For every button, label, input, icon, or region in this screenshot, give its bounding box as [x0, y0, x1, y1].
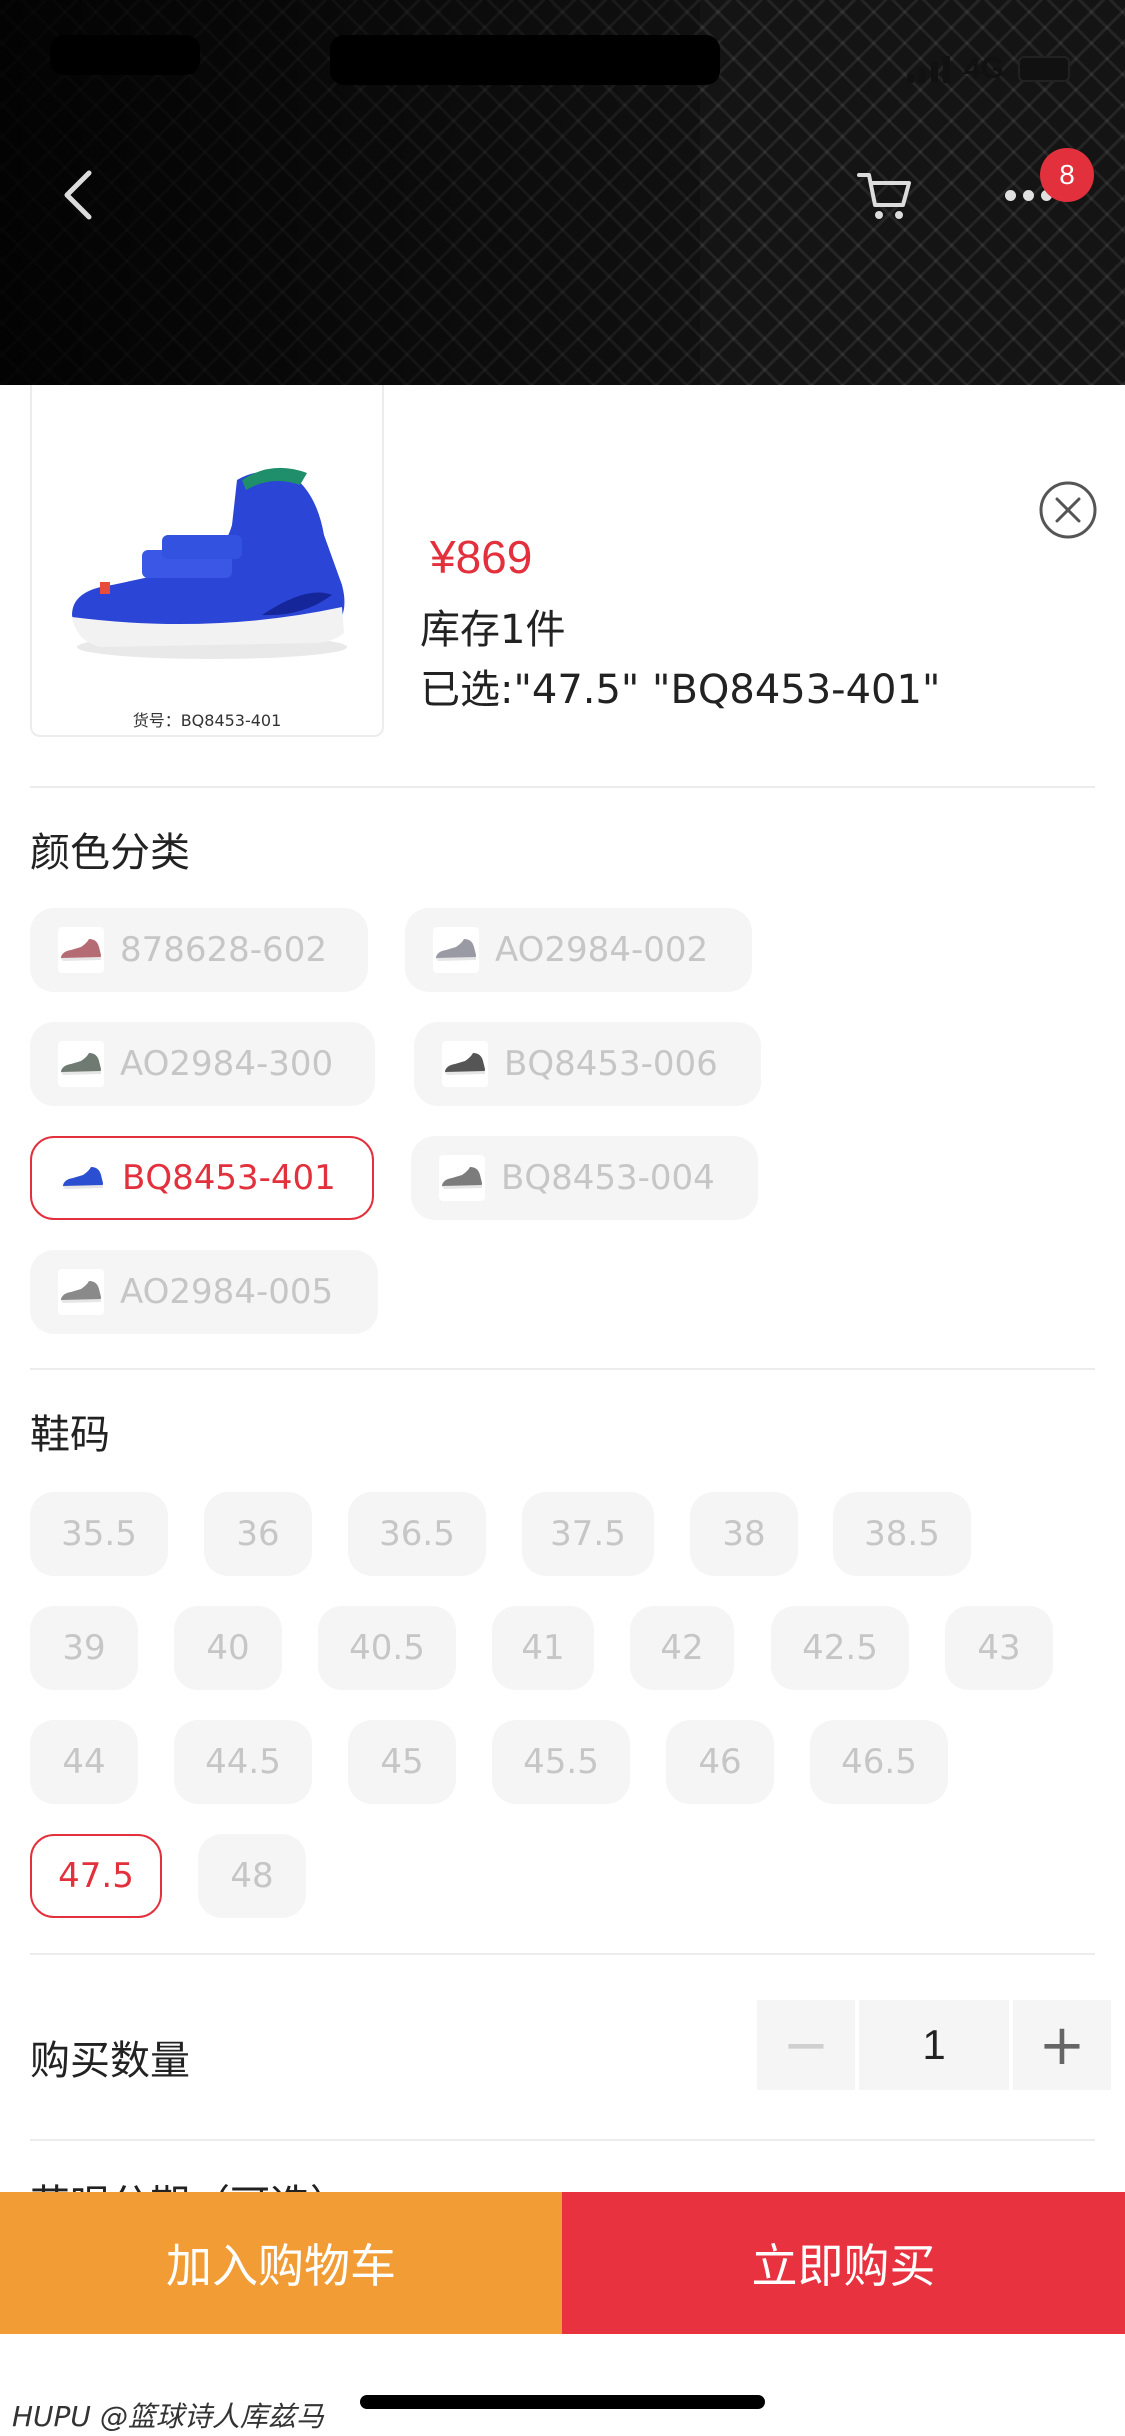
quantity-stepper: − 1 + — [757, 2000, 1111, 2090]
size-option-chip[interactable]: 38.5 — [833, 1492, 971, 1576]
size-option-chip[interactable]: 47.5 — [30, 1834, 162, 1918]
divider — [30, 1953, 1095, 1955]
product-price: ¥869 — [430, 531, 533, 583]
add-to-cart-button[interactable]: 加入购物车 — [0, 2192, 562, 2334]
size-option-chip[interactable]: 36 — [204, 1492, 312, 1576]
size-option-chip[interactable]: 46 — [666, 1720, 774, 1804]
color-option-chip[interactable]: 878628-602 — [30, 908, 368, 992]
color-option-label: 878628-602 — [120, 930, 327, 970]
color-option-label: AO2984-002 — [495, 930, 709, 970]
divider — [30, 786, 1095, 788]
divider — [30, 1368, 1095, 1370]
color-option-chip[interactable]: AO2984-005 — [30, 1250, 378, 1334]
shoe-thumbnail-icon — [442, 1041, 488, 1087]
size-option-chip[interactable]: 44 — [30, 1720, 138, 1804]
size-option-chip[interactable]: 35.5 — [30, 1492, 168, 1576]
stock-count: 库存1件 — [420, 607, 566, 653]
shoe-thumbnail-icon — [58, 927, 104, 973]
shoe-thumbnail-icon — [433, 927, 479, 973]
size-option-chip[interactable]: 36.5 — [348, 1492, 486, 1576]
cart-icon[interactable] — [855, 165, 915, 225]
signal-icon — [906, 55, 950, 83]
back-arrow-icon[interactable] — [55, 165, 105, 225]
battery-icon — [1018, 56, 1070, 82]
color-option-label: BQ8453-006 — [504, 1044, 718, 1084]
status-indicators: 4G — [906, 52, 1070, 86]
top-backdrop: 4G 8 — [0, 0, 1125, 385]
size-option-chip[interactable]: 40 — [174, 1606, 282, 1690]
quantity-label: 购买数量 — [30, 2038, 190, 2084]
network-label: 4G — [963, 52, 1004, 85]
color-option-label: AO2984-300 — [120, 1044, 334, 1084]
size-option-chip[interactable]: 45 — [348, 1720, 456, 1804]
selected-summary: 已选:"47.5" "BQ8453-401" — [420, 667, 941, 713]
sneaker-image — [72, 467, 347, 659]
size-option-chip[interactable]: 37.5 — [522, 1492, 654, 1576]
product-image: 货号：BQ8453-401 — [30, 385, 384, 737]
status-carrier-redacted — [330, 35, 720, 85]
size-option-chip[interactable]: 42 — [630, 1606, 734, 1690]
divider — [30, 2139, 1095, 2141]
color-option-chip[interactable]: BQ8453-401 — [30, 1136, 374, 1220]
color-option-chip[interactable]: BQ8453-006 — [414, 1022, 761, 1106]
size-section-title: 鞋码 — [30, 1412, 110, 1458]
color-option-label: BQ8453-004 — [501, 1158, 715, 1198]
color-section-title: 颜色分类 — [30, 830, 190, 876]
color-option-chip[interactable]: BQ8453-004 — [411, 1136, 758, 1220]
quantity-value[interactable]: 1 — [859, 2000, 1009, 2090]
size-option-chip[interactable]: 48 — [198, 1834, 306, 1918]
color-option-label: BQ8453-401 — [122, 1158, 336, 1198]
size-option-chip[interactable]: 44.5 — [174, 1720, 312, 1804]
watermark-text: HUPU @篮球诗人库兹马 — [12, 2400, 324, 2433]
size-option-chip[interactable]: 38 — [690, 1492, 798, 1576]
size-option-chip[interactable]: 42.5 — [771, 1606, 909, 1690]
quantity-decrease-button[interactable]: − — [757, 2000, 855, 2090]
product-code-label: 货号：BQ8453-401 — [132, 711, 282, 730]
size-option-chip[interactable]: 43 — [945, 1606, 1053, 1690]
size-option-chip[interactable]: 40.5 — [318, 1606, 456, 1690]
size-option-chip[interactable]: 41 — [492, 1606, 594, 1690]
size-option-chip[interactable]: 39 — [30, 1606, 138, 1690]
quantity-increase-button[interactable]: + — [1013, 2000, 1111, 2090]
size-option-chip[interactable]: 45.5 — [492, 1720, 630, 1804]
shoe-thumbnail-icon — [60, 1155, 106, 1201]
cart-count-badge: 8 — [1040, 148, 1094, 202]
shoe-thumbnail-icon — [58, 1269, 104, 1315]
color-option-chip[interactable]: AO2984-300 — [30, 1022, 375, 1106]
size-option-chip[interactable]: 46.5 — [810, 1720, 948, 1804]
home-indicator[interactable] — [360, 2395, 765, 2409]
color-option-chip[interactable]: AO2984-002 — [405, 908, 752, 992]
shoe-thumbnail-icon — [58, 1041, 104, 1087]
shoe-thumbnail-icon — [439, 1155, 485, 1201]
status-time-redacted — [50, 35, 200, 75]
buy-now-button[interactable]: 立即购买 — [562, 2192, 1125, 2334]
close-icon[interactable] — [1038, 480, 1098, 540]
color-option-label: AO2984-005 — [120, 1272, 334, 1312]
